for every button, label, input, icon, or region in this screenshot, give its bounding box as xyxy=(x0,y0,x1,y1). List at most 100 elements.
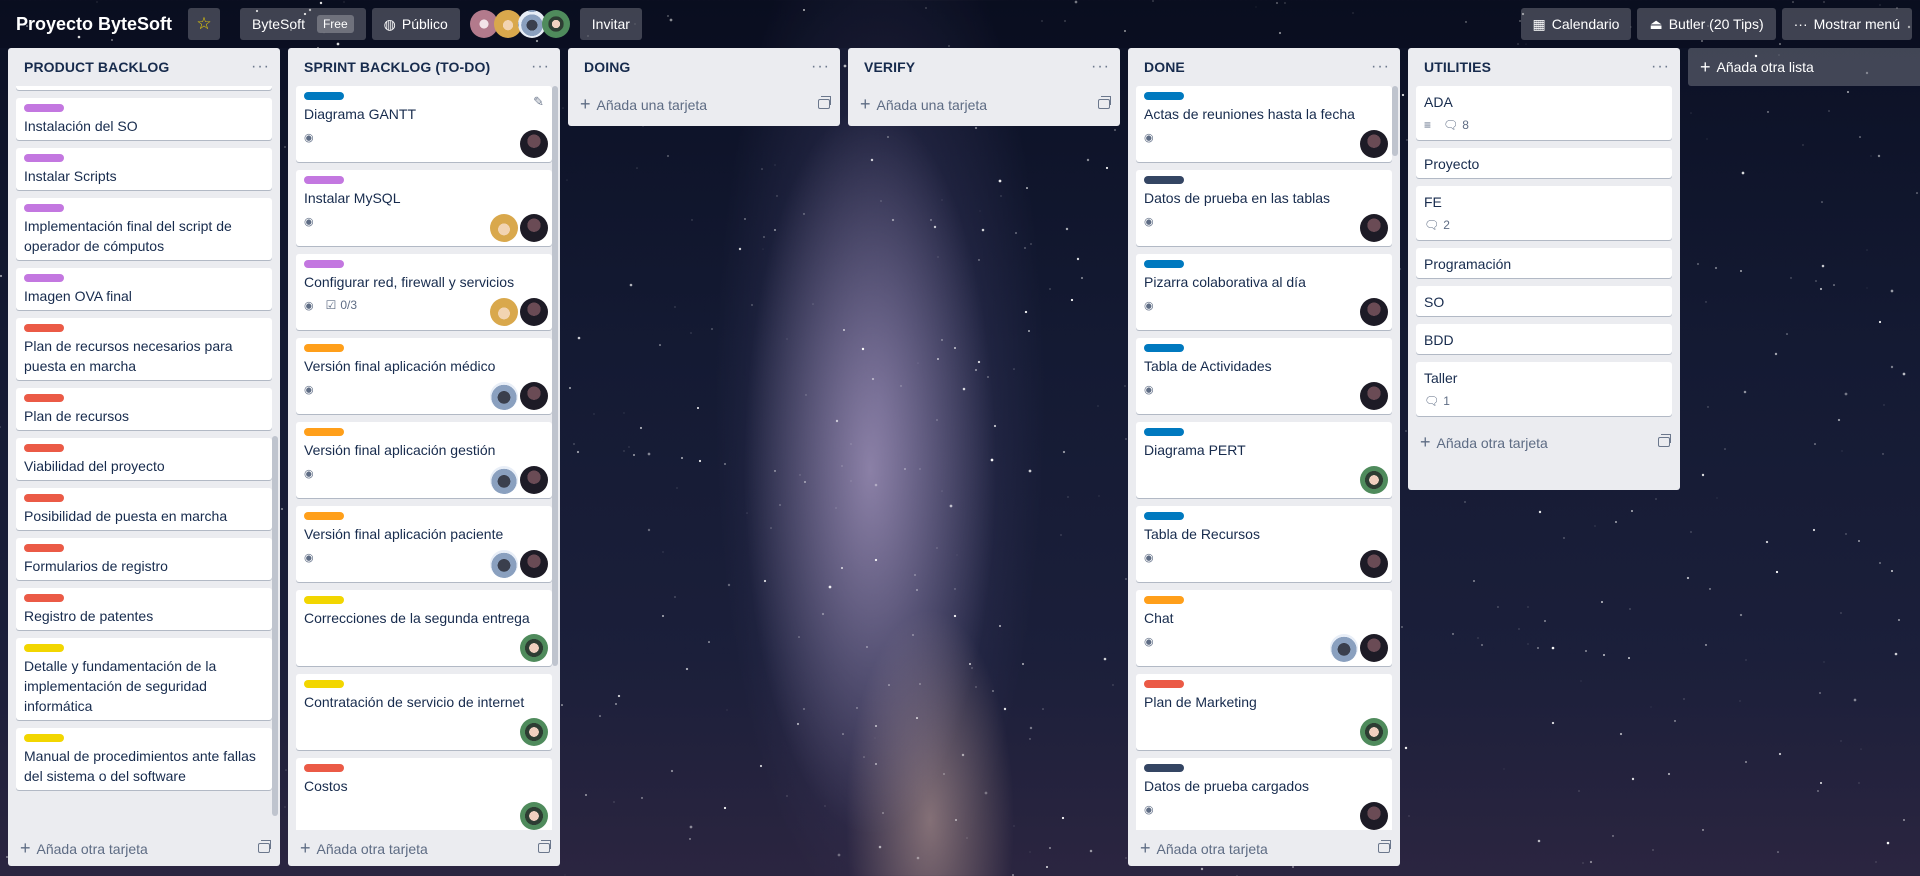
add-card-button[interactable]: + Añada una tarjeta xyxy=(568,86,840,122)
card[interactable]: Datos de prueba cargados xyxy=(1136,758,1392,830)
member-avatar[interactable] xyxy=(520,130,548,158)
member-avatar[interactable] xyxy=(490,214,518,242)
card-template-icon[interactable] xyxy=(1378,840,1391,853)
card[interactable]: Formularios de registro xyxy=(16,538,272,580)
card[interactable]: Versión final aplicación gestión xyxy=(296,422,552,498)
card[interactable]: Proyecto xyxy=(1416,148,1672,178)
card-partial[interactable] xyxy=(16,86,272,90)
member-avatar[interactable] xyxy=(1360,298,1388,326)
list-scrollbar[interactable] xyxy=(1392,86,1398,156)
card[interactable]: Pizarra colaborativa al día xyxy=(1136,254,1392,330)
card[interactable]: Correcciones de la segunda entrega xyxy=(296,590,552,666)
card[interactable]: Posibilidad de puesta en marcha xyxy=(16,488,272,530)
card[interactable]: Tabla de Recursos xyxy=(1136,506,1392,582)
add-card-button[interactable]: + Añada una tarjeta xyxy=(848,86,1120,122)
member-avatar[interactable] xyxy=(1360,802,1388,830)
card[interactable]: Chat xyxy=(1136,590,1392,666)
card-template-icon[interactable] xyxy=(1658,434,1671,447)
card-template-icon[interactable] xyxy=(538,840,551,853)
card[interactable]: Diagrama GANTT ✎ xyxy=(296,86,552,162)
list-title[interactable]: SPRINT BACKLOG (TO-DO) xyxy=(304,59,490,75)
invite-button[interactable]: Invitar xyxy=(579,8,642,40)
card[interactable]: Datos de prueba en las tablas xyxy=(1136,170,1392,246)
card[interactable]: Instalar Scripts xyxy=(16,148,272,190)
card-template-icon[interactable] xyxy=(818,96,831,109)
team-button[interactable]: ByteSoft Free xyxy=(240,8,366,40)
add-card-button[interactable]: + Añada otra tarjeta xyxy=(8,830,280,866)
card[interactable]: Detalle y fundamentación de la implement… xyxy=(16,638,272,720)
list-scrollbar[interactable] xyxy=(552,86,558,666)
card-template-icon[interactable] xyxy=(258,840,271,853)
member-avatar[interactable] xyxy=(520,718,548,746)
calendar-button[interactable]: ▦ Calendario xyxy=(1520,8,1632,40)
list-menu-icon[interactable]: ··· xyxy=(1371,58,1390,76)
add-card-button[interactable]: + Añada otra tarjeta xyxy=(288,830,560,866)
card[interactable]: Instalación del SO xyxy=(16,98,272,140)
add-list-button[interactable]: + Añada otra lista xyxy=(1688,48,1920,86)
member-avatar[interactable] xyxy=(1360,634,1388,662)
member-avatar[interactable] xyxy=(520,634,548,662)
card[interactable]: Taller 🗨 1 xyxy=(1416,362,1672,416)
member-avatar[interactable] xyxy=(1360,382,1388,410)
card[interactable]: Plan de Marketing xyxy=(1136,674,1392,750)
card[interactable]: Programación xyxy=(1416,248,1672,278)
edit-pencil-icon[interactable]: ✎ xyxy=(533,94,544,110)
card[interactable]: Manual de procedimientos ante fallas del… xyxy=(16,728,272,790)
member-avatar[interactable] xyxy=(490,382,518,410)
card[interactable]: Instalar MySQL xyxy=(296,170,552,246)
card[interactable]: Implementación final del script de opera… xyxy=(16,198,272,260)
board-title[interactable]: Proyecto ByteSoft xyxy=(16,14,172,35)
member-avatar[interactable] xyxy=(1360,466,1388,494)
list-title[interactable]: VERIFY xyxy=(864,59,915,75)
list-menu-icon[interactable]: ··· xyxy=(531,58,550,76)
card[interactable]: BDD xyxy=(1416,324,1672,354)
show-menu-button[interactable]: ··· Mostrar menú xyxy=(1781,8,1912,40)
member-avatar[interactable] xyxy=(490,298,518,326)
card[interactable]: FE 🗨 2 xyxy=(1416,186,1672,240)
list-menu-icon[interactable]: ··· xyxy=(811,58,830,76)
card[interactable]: Versión final aplicación paciente xyxy=(296,506,552,582)
card-template-icon[interactable] xyxy=(1098,96,1111,109)
member-avatar[interactable] xyxy=(520,466,548,494)
butler-button[interactable]: ⏏ Butler (20 Tips) xyxy=(1637,8,1776,40)
card[interactable]: Plan de recursos necesarios para puesta … xyxy=(16,318,272,380)
member-avatar[interactable] xyxy=(520,382,548,410)
list-scrollbar[interactable] xyxy=(272,436,278,816)
card[interactable]: Costos xyxy=(296,758,552,830)
card[interactable]: Tabla de Actividades xyxy=(1136,338,1392,414)
member-avatar[interactable] xyxy=(520,550,548,578)
card[interactable]: Versión final aplicación médico xyxy=(296,338,552,414)
member-avatar[interactable] xyxy=(1360,214,1388,242)
list-menu-icon[interactable]: ··· xyxy=(251,58,270,76)
member-avatar[interactable] xyxy=(1360,550,1388,578)
member-avatar[interactable] xyxy=(520,802,548,830)
star-board-button[interactable]: ☆ xyxy=(188,8,221,40)
member-avatar[interactable] xyxy=(1360,130,1388,158)
card[interactable]: Actas de reuniones hasta la fecha xyxy=(1136,86,1392,162)
list-title[interactable]: DONE xyxy=(1144,59,1185,75)
list-title[interactable]: UTILITIES xyxy=(1424,59,1491,75)
card[interactable]: Registro de patentes xyxy=(16,588,272,630)
card[interactable]: ADA ≡ 🗨 8 xyxy=(1416,86,1672,140)
list-title[interactable]: PRODUCT BACKLOG xyxy=(24,59,169,75)
card[interactable]: Diagrama PERT xyxy=(1136,422,1392,498)
card[interactable]: SO xyxy=(1416,286,1672,316)
list-menu-icon[interactable]: ··· xyxy=(1651,58,1670,76)
member-avatar[interactable] xyxy=(520,214,548,242)
card[interactable]: Viabilidad del proyecto xyxy=(16,438,272,480)
member-avatar[interactable] xyxy=(1360,718,1388,746)
card[interactable]: Plan de recursos xyxy=(16,388,272,430)
card[interactable]: Configurar red, firewall y servicios ☑0/… xyxy=(296,254,552,330)
list-menu-icon[interactable]: ··· xyxy=(1091,58,1110,76)
add-card-button[interactable]: + Añada otra tarjeta xyxy=(1408,424,1680,460)
member-avatar[interactable] xyxy=(490,466,518,494)
list-title[interactable]: DOING xyxy=(584,59,630,75)
member-avatar[interactable] xyxy=(520,298,548,326)
card[interactable]: Contratación de servicio de internet xyxy=(296,674,552,750)
visibility-button[interactable]: ◍ Público xyxy=(371,8,460,40)
add-card-button[interactable]: + Añada otra tarjeta xyxy=(1128,830,1400,866)
member-avatar[interactable] xyxy=(1330,634,1358,662)
member-avatar[interactable] xyxy=(541,10,570,38)
card[interactable]: Imagen OVA final xyxy=(16,268,272,310)
member-avatar[interactable] xyxy=(490,550,518,578)
